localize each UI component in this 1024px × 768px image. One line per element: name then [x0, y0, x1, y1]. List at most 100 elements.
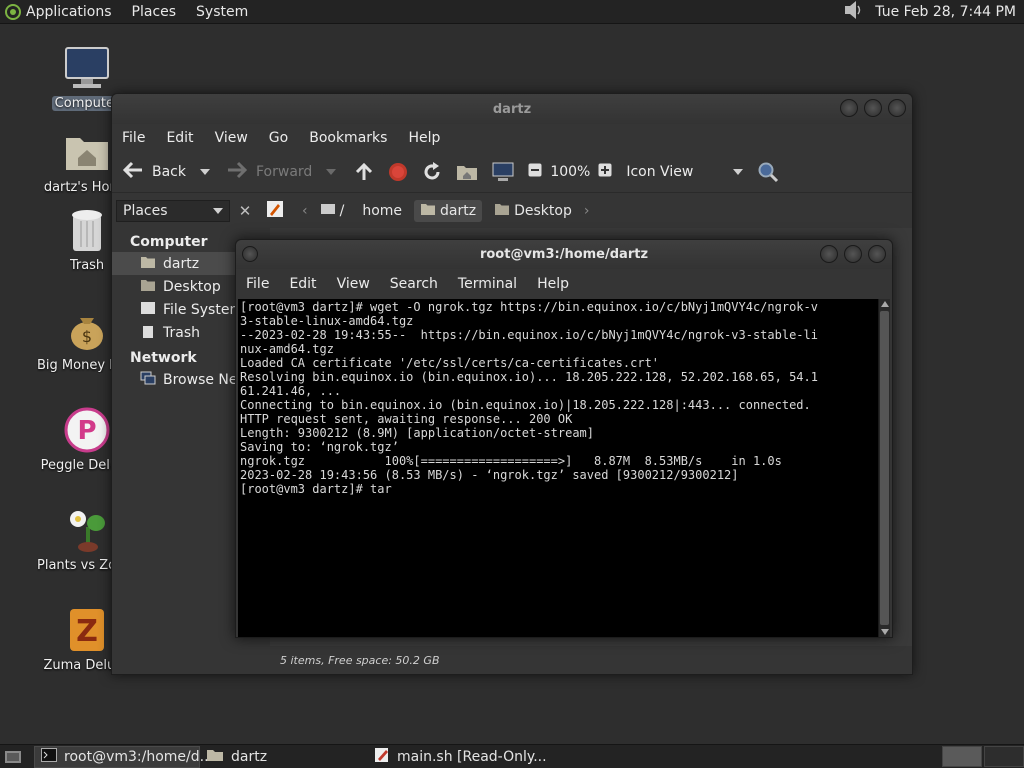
- menu-view[interactable]: View: [337, 276, 370, 292]
- stop-icon[interactable]: [388, 162, 408, 182]
- desktop-folder-icon: [140, 278, 156, 296]
- peggle-icon: P: [63, 406, 111, 454]
- chevron-down-icon: [213, 207, 223, 214]
- applications-menu[interactable]: Applications: [26, 4, 112, 20]
- desktop-icon-label: Trash: [69, 258, 105, 273]
- back-label: Back: [152, 164, 186, 180]
- maximize-button[interactable]: [844, 245, 862, 263]
- minimize-button[interactable]: [820, 245, 838, 263]
- taskbar-item-editor[interactable]: main.sh [Read-Only...: [368, 746, 553, 768]
- terminal-line: Loaded CA certificate '/etc/ssl/certs/ca…: [240, 356, 660, 370]
- terminal-scrollbar[interactable]: [878, 299, 890, 637]
- file-manager-titlebar[interactable]: dartz: [112, 94, 912, 124]
- sidebar-selector[interactable]: Places: [116, 199, 230, 222]
- breadcrumb-dartz[interactable]: dartz: [414, 199, 483, 222]
- terminal-line: Length: 9300212 (8.9M) [application/octe…: [240, 426, 595, 440]
- sidebar-section-network: Network: [130, 350, 197, 366]
- breadcrumb-root[interactable]: /: [314, 200, 351, 222]
- system-menu[interactable]: System: [196, 4, 248, 20]
- terminal-line: 2023-02-28 19:43:56 (8.53 MB/s) - ‘ngrok…: [240, 468, 739, 482]
- taskbar-item-label: root@vm3:/home/d...: [64, 748, 213, 765]
- menu-help[interactable]: Help: [537, 276, 569, 292]
- maximize-button[interactable]: [864, 99, 882, 117]
- sidebar-section-computer: Computer: [130, 234, 208, 250]
- zoom-control[interactable]: 100%: [528, 163, 612, 181]
- sidebar-item-dartz[interactable]: dartz: [112, 252, 236, 275]
- taskbar-item-file-manager[interactable]: dartz: [200, 746, 368, 768]
- volume-icon[interactable]: [843, 0, 865, 24]
- trash-icon: [140, 324, 156, 342]
- status-bar: 5 items, Free space: 50.2 GB: [280, 653, 440, 667]
- menu-help[interactable]: Help: [408, 130, 440, 146]
- drive-icon: [320, 202, 336, 220]
- back-button[interactable]: Back: [122, 161, 186, 183]
- places-menu[interactable]: Places: [132, 4, 177, 20]
- forward-arrow-icon: [226, 161, 248, 183]
- sidebar-item-desktop[interactable]: Desktop: [112, 275, 236, 298]
- close-button[interactable]: [888, 99, 906, 117]
- monitor-icon: [63, 44, 111, 92]
- forward-button[interactable]: Forward: [226, 161, 312, 183]
- minimize-button[interactable]: [840, 99, 858, 117]
- search-icon[interactable]: [757, 161, 779, 183]
- menu-edit[interactable]: Edit: [289, 276, 316, 292]
- workspace-1[interactable]: [942, 746, 982, 767]
- terminal-line: --2023-02-28 19:43:55-- https://bin.equi…: [240, 328, 818, 342]
- terminal-line: Resolving bin.equinox.io (bin.equinox.io…: [240, 370, 818, 384]
- scrollbar-thumb[interactable]: [880, 311, 889, 625]
- zoom-out-icon[interactable]: [528, 163, 542, 181]
- close-sidebar-icon[interactable]: ✕: [236, 202, 254, 220]
- menu-search[interactable]: Search: [390, 276, 438, 292]
- edit-location-icon[interactable]: [266, 200, 284, 222]
- trash-icon: [63, 206, 111, 254]
- scroll-down-arrow-icon[interactable]: [881, 629, 889, 635]
- menu-bookmarks[interactable]: Bookmarks: [309, 130, 387, 146]
- menu-edit[interactable]: Edit: [166, 130, 193, 146]
- terminal-line: HTTP request sent, awaiting response... …: [240, 412, 573, 426]
- view-mode-select[interactable]: Icon View: [626, 164, 744, 180]
- home-icon[interactable]: [456, 163, 478, 181]
- breadcrumb-right-arrow-icon[interactable]: ›: [584, 203, 590, 219]
- show-desktop-icon[interactable]: [2, 746, 24, 768]
- up-icon[interactable]: [354, 162, 374, 182]
- sidebar-item-trash[interactable]: Trash: [112, 321, 236, 344]
- forward-history-dropdown[interactable]: [326, 169, 337, 175]
- menu-view[interactable]: View: [215, 130, 248, 146]
- menu-go[interactable]: Go: [269, 130, 288, 146]
- terminal-output[interactable]: [root@vm3 dartz]# wget -O ngrok.tgz http…: [238, 299, 878, 637]
- terminal-line: 3-stable-linux-amd64.tgz: [240, 314, 414, 328]
- back-arrow-icon: [122, 161, 144, 183]
- computer-icon[interactable]: [492, 162, 514, 182]
- panel-clock[interactable]: Tue Feb 28, 7:44 PM: [875, 4, 1016, 20]
- close-button[interactable]: [868, 245, 886, 263]
- breadcrumb-left-arrow-icon[interactable]: ‹: [302, 203, 308, 219]
- file-manager-menubar: File Edit View Go Bookmarks Help: [112, 124, 912, 152]
- window-title: root@vm3:/home/dartz: [479, 247, 649, 262]
- scroll-up-arrow-icon[interactable]: [881, 301, 889, 307]
- taskbar-item-label: main.sh [Read-Only...: [397, 748, 547, 765]
- menu-file[interactable]: File: [122, 130, 145, 146]
- zoom-in-icon[interactable]: [598, 163, 612, 181]
- window-menu-button[interactable]: [242, 246, 258, 262]
- forward-label: Forward: [256, 164, 313, 180]
- sidebar-item-file-system[interactable]: File System: [112, 298, 243, 321]
- location-bar: Places ✕ ‹ / home dartz Desktop ›: [112, 192, 912, 228]
- breadcrumb-desktop[interactable]: Desktop: [488, 200, 578, 222]
- distro-logo-icon[interactable]: [0, 0, 26, 24]
- menu-terminal[interactable]: Terminal: [458, 276, 517, 292]
- zoom-level: 100%: [550, 164, 591, 180]
- terminal-titlebar[interactable]: root@vm3:/home/dartz: [236, 240, 892, 269]
- workspace-2[interactable]: [984, 746, 1024, 767]
- menu-file[interactable]: File: [246, 276, 269, 292]
- sidebar-item-browse-network[interactable]: Browse Net...: [112, 368, 256, 391]
- breadcrumb-home[interactable]: home: [356, 201, 408, 221]
- bottom-taskbar: root@vm3:/home/d... dartz main.sh [Read-…: [0, 744, 1024, 768]
- svg-text:$: $: [82, 327, 92, 346]
- reload-icon[interactable]: [422, 162, 442, 182]
- back-history-dropdown[interactable]: [200, 169, 210, 175]
- breadcrumb-desktop-label: Desktop: [514, 202, 572, 219]
- taskbar-item-label: dartz: [231, 748, 268, 765]
- breadcrumb: ‹ / home dartz Desktop ›: [266, 199, 590, 222]
- network-icon: [140, 371, 156, 389]
- taskbar-item-terminal[interactable]: root@vm3:/home/d...: [34, 745, 213, 768]
